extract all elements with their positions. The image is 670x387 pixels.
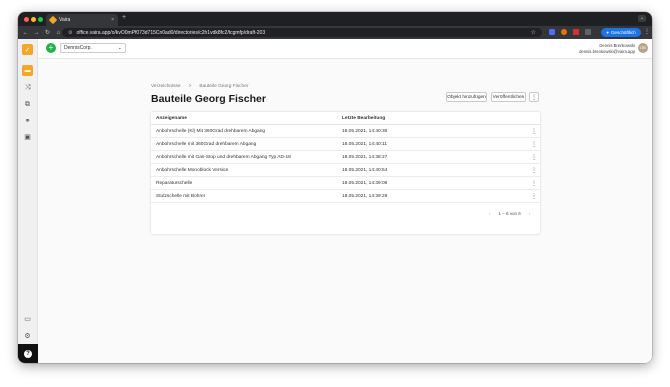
tab-search-button[interactable]: ⌄	[638, 15, 646, 22]
bookmark-star-icon[interactable]: ☆	[531, 29, 536, 36]
browser-menu-icon[interactable]: ⋮	[644, 28, 650, 35]
row-date: 18.05.2021, 14:39:06	[342, 181, 388, 186]
add-object-button[interactable]: Objekt hinzufügen	[446, 92, 487, 102]
vaira-favicon-icon	[48, 15, 58, 25]
row-name: Reparaturschelle	[156, 181, 193, 186]
row-name: Anbohrschelle mit Gas-Stop und drehbarem…	[156, 155, 291, 160]
pagination-range: 1 – 6 von 6	[498, 211, 521, 216]
chevron-down-icon: ⌄	[117, 45, 122, 51]
table-row[interactable]: Anbohrschelle (Kl) Mit 360Grad drehbarem…	[151, 125, 540, 138]
vaira-logo-icon[interactable]: ✓	[22, 44, 33, 55]
tab-title: Vaira	[59, 17, 71, 23]
back-icon[interactable]: ←	[20, 30, 31, 36]
close-tab-icon[interactable]: ×	[111, 17, 114, 23]
profile-label: Geschäftlich	[610, 30, 636, 35]
organization-select[interactable]: DennisCorp. ⌄	[60, 43, 126, 53]
extensions-puzzle-icon[interactable]	[585, 29, 591, 35]
sidebar-item-contacts[interactable]: ▣	[22, 131, 33, 142]
row-date: 18.05.2021, 14:40:54	[342, 168, 388, 173]
sidebar-item-settings[interactable]: ⚙	[22, 330, 33, 341]
close-window-button[interactable]	[24, 17, 29, 22]
gear-icon: ⚙	[24, 332, 31, 340]
table-row[interactable]: Anbohrschelle Monoblock Version 18.05.20…	[151, 164, 540, 177]
inbox-icon: ▭	[24, 315, 31, 323]
previous-page-icon[interactable]: ‹	[489, 211, 491, 216]
breadcrumb: Verzeichnisse > Bauteile Georg Fischer	[151, 84, 248, 89]
sidebar-item-hierarchy[interactable]: ⧉	[22, 99, 33, 110]
row-name: Anbohrschelle Monoblock Version	[156, 168, 229, 173]
table-row[interactable]: Reparaturschelle 18.05.2021, 14:39:06 ⋮	[151, 177, 540, 190]
row-name: Anbohrschelle (Kl) Mit 360Grad drehbarem…	[156, 129, 266, 134]
url-text: office.vaira.app/o/kvO0mPf073d715Cn0ad0/…	[76, 29, 266, 36]
sidebar: ✓ ▬ ⤨ ⧉ ⚭ ▣ ▭ ⚙ ?	[18, 39, 38, 363]
sidebar-item-transform[interactable]: ⤨	[22, 82, 33, 93]
help-button[interactable]: ?	[18, 344, 38, 363]
address-bar[interactable]: ⚙ office.vaira.app/o/kvO0mPf073d715Cn0ad…	[62, 28, 542, 37]
objects-table: Anzeigename Letzte Bearbeitung Anbohrsch…	[151, 112, 540, 234]
row-date: 18.05.2021, 14:40:36	[342, 129, 388, 134]
extension-icon[interactable]	[561, 29, 567, 35]
table-row[interactable]: Stutzschelle mit Bohrer 18.05.2021, 14:3…	[151, 190, 540, 203]
tab-strip: Vaira × + ⌄	[18, 12, 652, 26]
new-tab-button[interactable]: +	[122, 14, 126, 21]
table-row[interactable]: Anbohrschelle mit 360Grad drehbarem Abga…	[151, 138, 540, 151]
row-menu-icon[interactable]: ⋮	[531, 180, 537, 187]
reload-icon[interactable]: ↻	[42, 29, 53, 36]
row-menu-icon[interactable]: ⋮	[531, 128, 537, 135]
publish-button[interactable]: Veröffentlichen	[491, 92, 526, 102]
page-title: Bauteile Georg Fischer	[151, 93, 266, 105]
sidebar-item-links[interactable]: ⚭	[22, 115, 33, 126]
row-menu-icon[interactable]: ⋮	[531, 167, 537, 174]
zoom-window-button[interactable]	[38, 17, 43, 22]
minimize-window-button[interactable]	[31, 17, 36, 22]
table-row[interactable]: Anbohrschelle mit Gas-Stop und drehbarem…	[151, 151, 540, 164]
extension-icon[interactable]	[573, 29, 579, 35]
browser-tab[interactable]: Vaira ×	[46, 14, 118, 26]
profile-avatar-icon: ●	[606, 30, 609, 35]
row-date: 18.05.2021, 14:39:29	[342, 194, 388, 199]
sidebar-item-inbox[interactable]: ▭	[22, 313, 33, 324]
row-name: Anbohrschelle mit 360Grad drehbarem Abga…	[156, 142, 257, 147]
help-icon: ?	[24, 349, 32, 358]
row-name: Stutzschelle mit Bohrer	[156, 194, 206, 199]
organization-name: DennisCorp.	[64, 45, 92, 51]
folder-icon: ▬	[24, 67, 31, 74]
hierarchy-icon: ⧉	[25, 100, 30, 108]
breadcrumb-item-directories[interactable]: Verzeichnisse	[151, 84, 181, 89]
site-info-icon[interactable]: ⚙	[68, 30, 72, 36]
more-actions-button[interactable]: ⋮	[529, 92, 539, 102]
breadcrumb-separator: >	[188, 84, 192, 89]
link-icon: ⚭	[24, 117, 31, 125]
pagination: ‹ 1 – 6 von 6 ›	[489, 211, 530, 216]
row-menu-icon[interactable]: ⋮	[531, 154, 537, 161]
browser-window: Vaira × + ⌄ ← → ↻ ⌂ ⚙ office.vaira.app/o…	[18, 12, 652, 363]
table-header: Anzeigename Letzte Bearbeitung	[151, 112, 540, 125]
next-page-icon[interactable]: ›	[529, 211, 531, 216]
row-date: 18.05.2021, 14:40:11	[342, 142, 387, 147]
row-menu-icon[interactable]: ⋮	[531, 193, 537, 200]
transform-icon: ⤨	[24, 83, 31, 91]
browser-toolbar: ← → ↻ ⌂ ⚙ office.vaira.app/o/kvO0mPf073d…	[18, 26, 652, 39]
user-info[interactable]: Dennis Brenkowski dennis.brenkowski@vair…	[579, 43, 635, 54]
row-date: 18.05.2021, 14:38:27	[342, 155, 388, 160]
breadcrumb-item-current: Bauteile Georg Fischer	[199, 84, 249, 89]
row-menu-icon[interactable]: ⋮	[531, 141, 537, 148]
column-header-last-edit[interactable]: Letzte Bearbeitung	[342, 116, 385, 121]
create-button[interactable]: +	[46, 43, 56, 53]
forward-icon[interactable]: →	[31, 30, 42, 36]
app-root: ✓ ▬ ⤨ ⧉ ⚭ ▣ ▭ ⚙ ? + DennisCorp. ⌄ Dennis…	[18, 39, 652, 363]
user-email: dennis.brenkowski@vaira.app	[579, 48, 635, 54]
column-header-name[interactable]: Anzeigename	[156, 116, 187, 121]
contacts-icon: ▣	[24, 133, 31, 141]
profile-button[interactable]: ● Geschäftlich	[601, 28, 641, 37]
extension-icon[interactable]	[549, 29, 555, 35]
sidebar-item-directories[interactable]: ▬	[22, 65, 33, 76]
avatar[interactable]: DB	[638, 43, 648, 53]
app-header: + DennisCorp. ⌄ Dennis Brenkowski dennis…	[38, 39, 652, 59]
